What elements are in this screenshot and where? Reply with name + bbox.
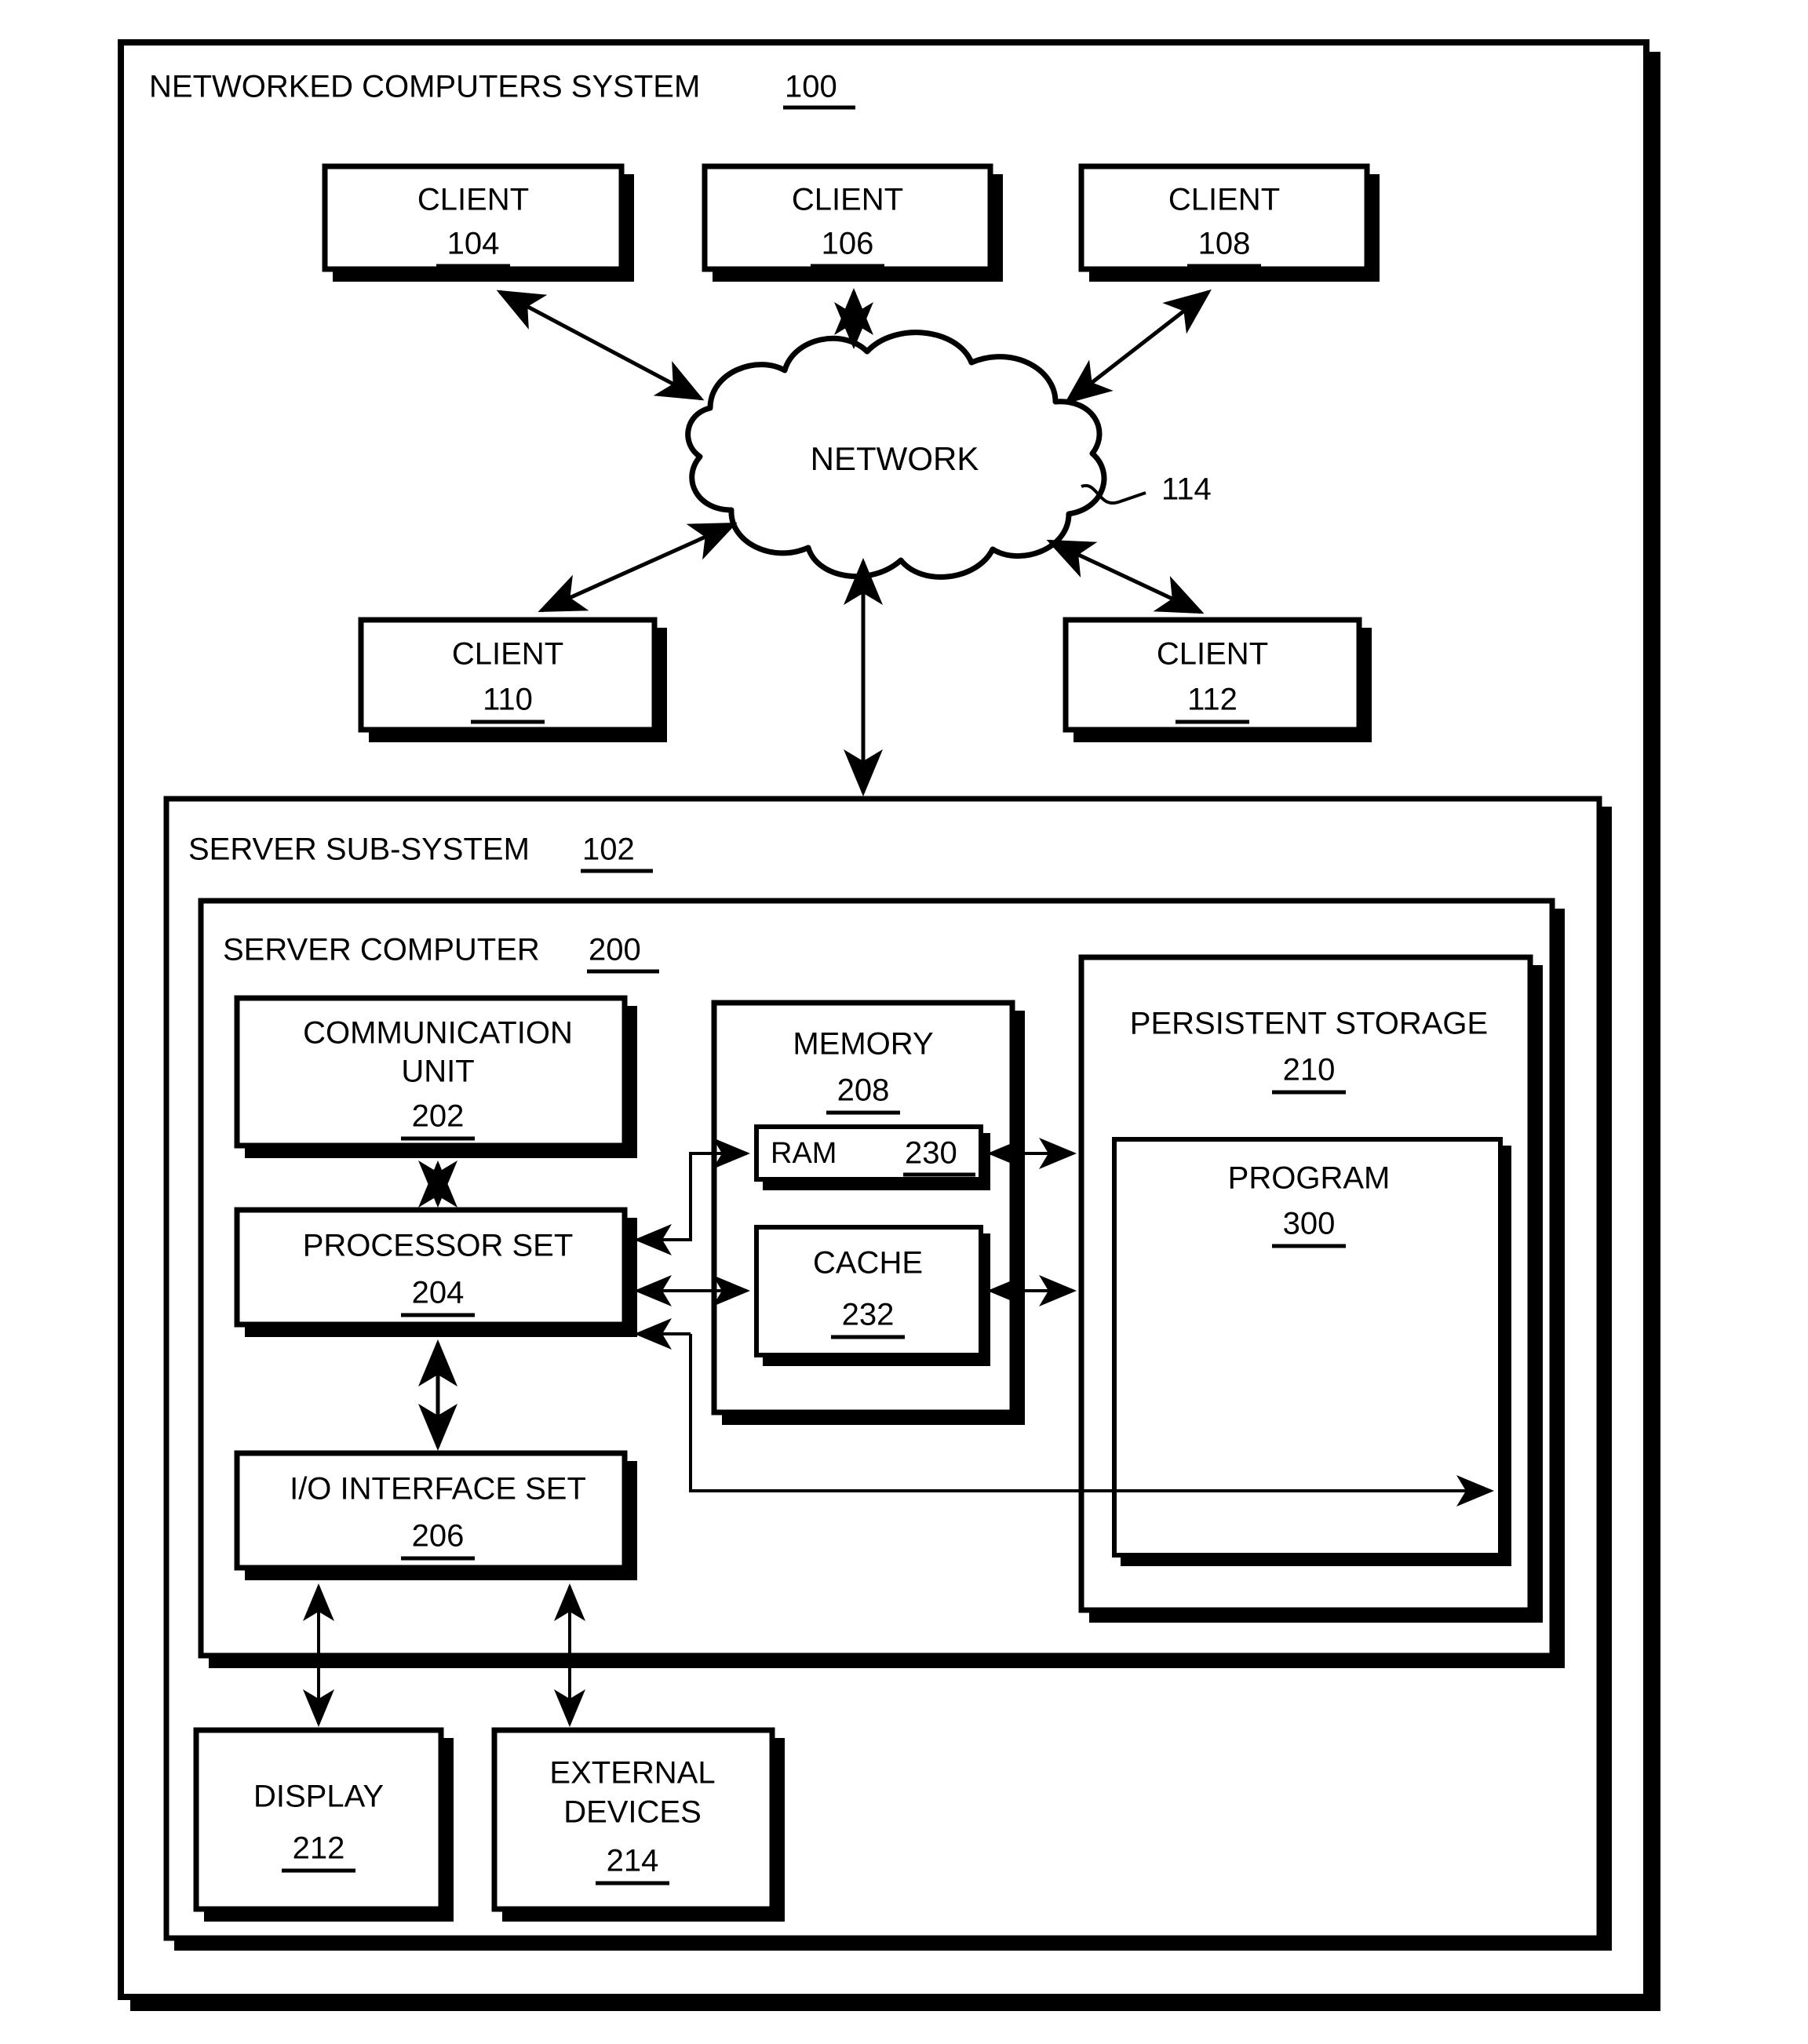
external-devices-ref: 214	[607, 1844, 659, 1878]
networked-computers-system-diagram: NETWORKED COMPUTERS SYSTEM 100 CLIENT 10…	[118, 39, 1660, 2011]
external-devices-label-line2: DEVICES	[563, 1795, 702, 1830]
persistent-storage-label: PERSISTENT STORAGE	[1130, 1007, 1488, 1041]
cache-ref: 232	[842, 1298, 895, 1332]
processor-set-label: PROCESSOR SET	[303, 1229, 574, 1263]
communication-unit-ref: 202	[412, 1099, 465, 1134]
memory-label: MEMORY	[793, 1027, 933, 1062]
program-box[interactable]: PROGRAM 300	[1112, 1137, 1511, 1566]
io-interface-set-box[interactable]: I/O INTERFACE SET 206	[234, 1450, 637, 1580]
display-label: DISPLAY	[253, 1780, 384, 1814]
display-box[interactable]: DISPLAY 212	[193, 1727, 454, 1922]
network-ref-label: 114	[1161, 472, 1212, 507]
server-sub-system-title: SERVER SUB-SYSTEM	[188, 833, 530, 867]
client-104-label: CLIENT	[417, 183, 529, 217]
server-sub-system-ref: 102	[582, 833, 635, 867]
cache-box[interactable]: CACHE 232	[754, 1225, 990, 1366]
client-112-label: CLIENT	[1157, 637, 1268, 672]
io-interface-set-ref: 206	[412, 1519, 465, 1554]
io-interface-set-label: I/O INTERFACE SET	[290, 1472, 586, 1507]
outer-title-ref: 100	[785, 70, 837, 104]
outer-title-label: NETWORKED COMPUTERS SYSTEM	[149, 70, 700, 104]
network-cloud[interactable]: NETWORK	[685, 330, 1107, 580]
server-computer-title: SERVER COMPUTER	[223, 933, 540, 967]
memory-ref: 208	[837, 1073, 890, 1108]
ram-ref: 230	[905, 1136, 957, 1171]
client-106-label: CLIENT	[792, 183, 903, 217]
communication-unit-box[interactable]: COMMUNICATION UNIT 202	[234, 995, 637, 1158]
patent-figure-canvas: NETWORKED COMPUTERS SYSTEM 100 CLIENT 10…	[0, 0, 1808, 2044]
persistent-storage-ref: 210	[1283, 1053, 1336, 1088]
program-ref: 300	[1283, 1207, 1336, 1241]
display-ref: 212	[293, 1831, 345, 1866]
external-devices-box[interactable]: EXTERNAL DEVICES 214	[491, 1727, 785, 1922]
processor-set-ref: 204	[412, 1276, 465, 1310]
client-108-ref: 108	[1198, 227, 1251, 261]
communication-unit-label-line2: UNIT	[401, 1055, 474, 1089]
server-computer-ref: 200	[589, 933, 641, 967]
client-112-ref: 112	[1187, 683, 1238, 717]
client-110-ref: 110	[483, 683, 533, 717]
ram-label: RAM	[771, 1137, 837, 1170]
ram-box[interactable]: RAM 230	[754, 1124, 990, 1190]
client-box-110[interactable]: CLIENT 110	[358, 617, 667, 742]
cache-label: CACHE	[813, 1246, 923, 1281]
processor-set-box[interactable]: PROCESSOR SET 204	[234, 1207, 637, 1337]
client-box-104[interactable]: CLIENT 104	[322, 163, 634, 282]
client-box-106[interactable]: CLIENT 106	[702, 163, 1003, 282]
client-box-108[interactable]: CLIENT 108	[1078, 163, 1380, 282]
network-label: NETWORK	[811, 440, 979, 477]
client-106-ref: 106	[822, 227, 874, 261]
client-box-112[interactable]: CLIENT 112	[1063, 617, 1372, 742]
external-devices-label-line1: EXTERNAL	[549, 1756, 715, 1791]
communication-unit-label-line1: COMMUNICATION	[303, 1016, 573, 1051]
client-110-label: CLIENT	[452, 637, 563, 672]
client-108-label: CLIENT	[1168, 183, 1280, 217]
client-104-ref: 104	[447, 227, 500, 261]
program-label: PROGRAM	[1228, 1161, 1391, 1196]
